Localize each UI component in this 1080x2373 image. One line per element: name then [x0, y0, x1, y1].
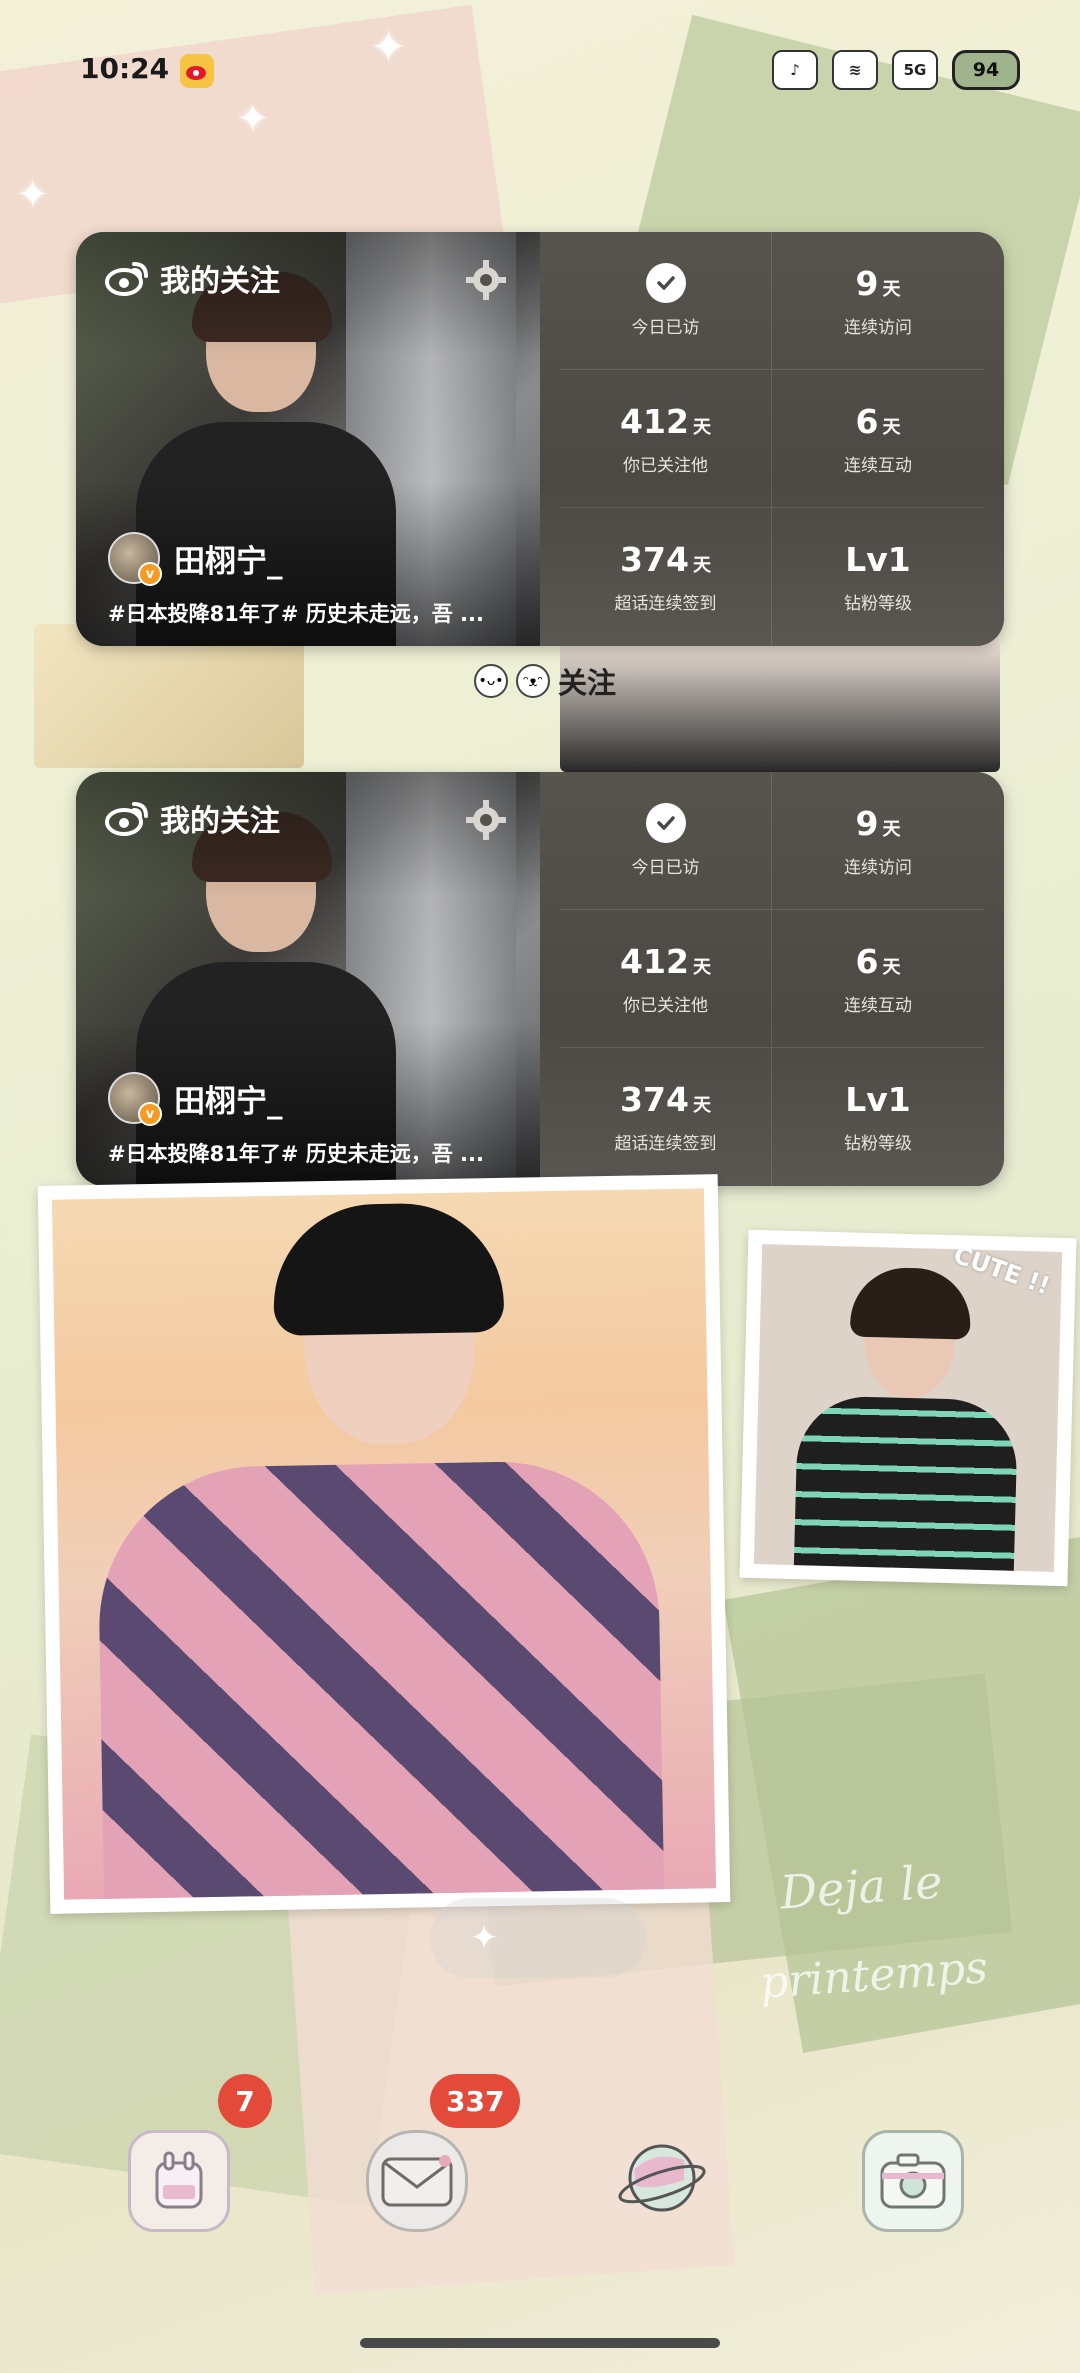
notification-badge: 337 [430, 2074, 521, 2128]
weibo-icon [105, 262, 148, 296]
gear-icon[interactable] [464, 258, 508, 302]
stat-unit: 天 [882, 278, 901, 300]
stat-value: 6 [855, 401, 879, 441]
photo-caption: CUTE !! [949, 1244, 1054, 1301]
stat-unit: 天 [692, 1095, 711, 1116]
verified-icon: v [138, 1102, 162, 1126]
stat-unit: 天 [882, 416, 901, 438]
topic-text[interactable]: #日本投降81年了# 历史未走远，吾 ... [108, 1138, 518, 1168]
weibo-follow-widget[interactable]: 我的关注 v 田栩宁_ #日本投降81年了# 历史未走远，吾 ... 今日已访 … [76, 772, 1004, 1186]
app-icon-camera[interactable] [862, 2130, 964, 2232]
stat-followed-days[interactable]: 412 天 你已关注他 [560, 910, 772, 1048]
check-icon [645, 263, 686, 303]
photo-widget-large[interactable] [37, 1174, 731, 1914]
stat-unit: 天 [692, 416, 711, 438]
sparkle-icon: ✦ [470, 1918, 499, 1958]
stat-consecutive-interaction[interactable]: 6天 连续互动 [772, 370, 984, 508]
home-indicator[interactable] [360, 2338, 720, 2348]
page-indicator-pill[interactable]: ✦ [430, 1898, 646, 1978]
stat-label: 超话连续签到 [614, 1134, 717, 1154]
status-bar: 10:24 ♪ ≋ 5G 94 [0, 0, 1080, 140]
stat-supertopic-checkin[interactable]: 374 天 超话连续签到 [560, 508, 772, 646]
weibo-notification-icon [180, 54, 214, 88]
stat-unit: 天 [692, 555, 711, 576]
stat-visited-today[interactable]: 今日已访 [560, 772, 772, 910]
stat-label: 超话连续签到 [614, 594, 717, 614]
stat-label: 连续互动 [844, 455, 912, 476]
stat-value: 374 [620, 1080, 689, 1119]
stat-label: 今日已访 [631, 318, 700, 338]
stat-value: 374 [620, 540, 689, 579]
widget-title: 我的关注 [160, 264, 280, 299]
widget-title: 我的关注 [160, 804, 280, 839]
stat-consecutive-interaction[interactable]: 6天 连续互动 [772, 910, 984, 1048]
stat-value: Lv1 [845, 540, 911, 579]
clock: 10:24 [80, 52, 170, 85]
planet-icon [618, 2144, 706, 2212]
stat-consecutive-visits[interactable]: 9天 连续访问 [772, 232, 984, 370]
gear-icon[interactable] [464, 798, 508, 842]
app-icon-browser[interactable] [614, 2130, 710, 2226]
stat-fan-level[interactable]: Lv1 钻粉等级 [772, 1048, 984, 1186]
bunny-note-icon [155, 2151, 203, 2209]
stat-fan-level[interactable]: Lv1 钻粉等级 [772, 508, 984, 646]
stat-unit: 天 [882, 818, 901, 840]
stat-value: 412 [620, 941, 689, 981]
weibo-follow-widget[interactable]: 我的关注 v 田栩宁_ #日本投降81年了# 历史未走远，吾 ... 今日已访 … [76, 232, 1004, 646]
user-name[interactable]: 田栩宁_ [174, 536, 283, 581]
topic-text[interactable]: #日本投降81年了# 历史未走远，吾 ... [108, 598, 518, 628]
check-icon [645, 803, 686, 843]
widget-caption-label: 关注 [558, 666, 617, 700]
sticker-icon: •ᴗ• [474, 664, 508, 698]
decorative-script: Deja le [778, 1854, 945, 1920]
stat-unit: 天 [692, 956, 711, 978]
stat-label: 你已关注他 [623, 995, 708, 1016]
signal-5g-icon: 5G [892, 50, 938, 90]
stat-followed-days[interactable]: 412 天 你已关注他 [560, 370, 772, 508]
notification-badge: 7 [218, 2074, 272, 2128]
app-icon-notes[interactable] [128, 2130, 230, 2232]
envelope-icon [381, 2155, 453, 2207]
stat-value: Lv1 [845, 1080, 911, 1119]
user-name[interactable]: 田栩宁_ [174, 1076, 283, 1121]
widget-cover[interactable]: 我的关注 v 田栩宁_ #日本投降81年了# 历史未走远，吾 ... [76, 772, 540, 1186]
verified-icon: v [138, 562, 162, 586]
stat-supertopic-checkin[interactable]: 374 天 超话连续签到 [560, 1048, 772, 1186]
background-photo [560, 640, 1000, 772]
stat-label: 连续互动 [844, 995, 912, 1016]
avatar[interactable]: v [108, 532, 162, 586]
wifi-icon: ≋ [832, 50, 878, 90]
battery-icon: 94 [952, 50, 1020, 90]
app-icon-messages[interactable] [366, 2130, 468, 2232]
stat-visited-today[interactable]: 今日已访 [560, 232, 772, 370]
stat-consecutive-visits[interactable]: 9天 连续访问 [772, 772, 984, 910]
stat-label: 连续访问 [844, 857, 912, 878]
sticker-icon: ᵔᴥᵔ [516, 664, 550, 698]
photo-widget-small[interactable]: CUTE !! [739, 1229, 1077, 1587]
widget-cover[interactable]: 我的关注 v 田栩宁_ #日本投降81年了# 历史未走远，吾 ... [76, 232, 540, 646]
stat-value: 412 [620, 401, 689, 441]
avatar[interactable]: v [108, 1072, 162, 1126]
vibrate-icon: ♪ [772, 50, 818, 90]
stat-label: 你已关注他 [623, 455, 708, 476]
stat-label: 连续访问 [844, 317, 912, 338]
stat-label: 钻粉等级 [844, 1134, 912, 1154]
stat-value: 9 [855, 263, 879, 303]
stat-unit: 天 [882, 956, 901, 978]
star-icon: ✦ [16, 172, 50, 218]
stat-label: 钻粉等级 [844, 594, 912, 614]
stat-value: 6 [855, 941, 879, 981]
camera-icon [880, 2153, 946, 2209]
stat-label: 今日已访 [631, 858, 700, 878]
stat-value: 9 [855, 803, 879, 843]
weibo-icon [105, 802, 148, 836]
widget-caption[interactable]: •ᴗ• ᵔᴥᵔ 关注 [474, 660, 616, 702]
